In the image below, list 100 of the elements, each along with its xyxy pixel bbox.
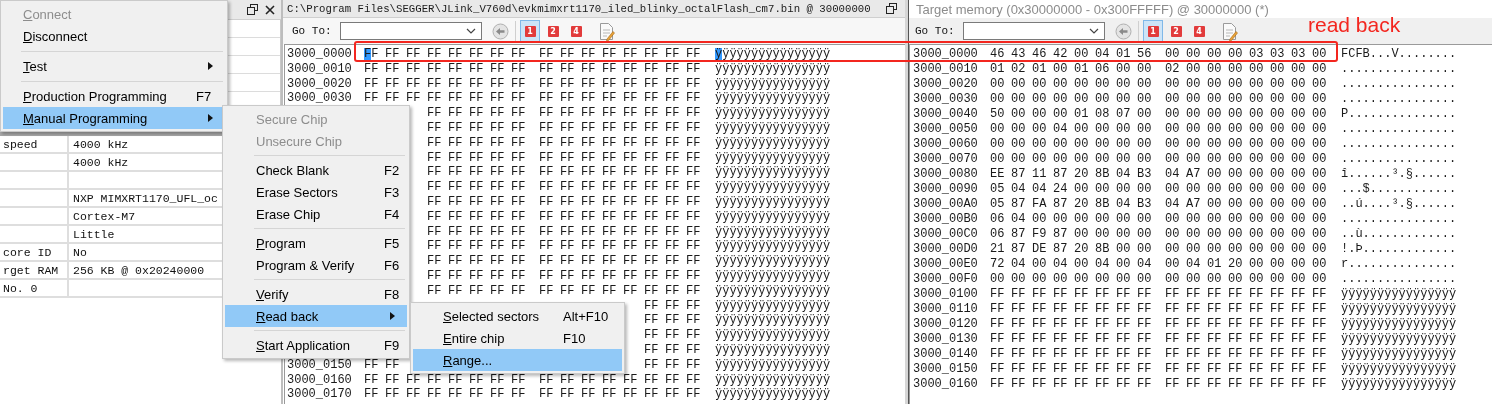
document-pencil-icon[interactable] xyxy=(598,21,615,41)
byte-cell-text: FF xyxy=(623,61,639,77)
byte-cell-text: 00 xyxy=(1270,77,1286,92)
shortcut-label: F5 xyxy=(384,235,400,251)
byte-cell-text: 03 xyxy=(1291,47,1307,62)
menu-item[interactable]: Read back xyxy=(225,305,407,327)
byte-cell-text: FF xyxy=(1095,377,1111,392)
ascii-text: ÿÿÿÿÿÿÿÿÿÿÿÿÿÿÿÿ xyxy=(715,106,831,121)
restore-icon[interactable] xyxy=(886,3,897,14)
menu-item[interactable]: Manual Programming xyxy=(3,107,225,129)
byte-cell-text: FF xyxy=(448,387,464,403)
menu-item[interactable]: Erase Sectors F3 xyxy=(225,181,407,203)
byte-cell-text: FF xyxy=(427,150,443,166)
menu-item[interactable]: Program & Verify F6 xyxy=(225,254,407,276)
byte-cell-text: 00 xyxy=(1312,62,1328,77)
byte-cell-text: 04 xyxy=(1165,167,1181,182)
view-button[interactable]: 1 xyxy=(520,20,540,42)
address-cell-text: 3000_0100 xyxy=(913,287,979,302)
byte-cell-text: FF xyxy=(665,150,681,166)
byte-cell-text: 00 xyxy=(1249,77,1265,92)
byte-cell-text: 01 xyxy=(1074,107,1090,122)
address-cell-text: 3000_0060 xyxy=(913,137,979,152)
byte-cell-text: FF xyxy=(511,121,527,136)
ascii-text: ................ xyxy=(1341,62,1457,77)
menu-item[interactable]: Selected sectors Alt+F10 xyxy=(413,305,622,327)
address-cell-text: 3000_00E0 xyxy=(913,257,979,272)
byte-cell-text: 50 xyxy=(990,107,1006,122)
byte-cell-text: FF xyxy=(1032,332,1048,347)
menu-item[interactable]: Verify F8 xyxy=(225,283,407,305)
menu-item[interactable]: Program F5 xyxy=(225,232,407,254)
byte-cell-text: 00 xyxy=(1116,122,1132,137)
byte-cell-text: 00 xyxy=(1165,107,1181,122)
view-button[interactable]: 4 xyxy=(566,20,586,42)
byte-cell-text: FF xyxy=(1095,317,1111,332)
byte-cell-text: 21 xyxy=(990,242,1006,257)
byte-cell-text: 00 xyxy=(990,152,1006,167)
goto-combobox[interactable] xyxy=(963,22,1105,40)
ascii-text: ÿÿÿÿÿÿÿÿÿÿÿÿÿÿÿÿ xyxy=(715,298,831,314)
byte-cell-text: 00 xyxy=(1032,92,1048,107)
byte-cell-text: FF xyxy=(1270,377,1286,392)
view-button[interactable]: 2 xyxy=(1166,20,1186,42)
menu-item[interactable]: Entire chip F10 xyxy=(413,327,622,349)
view-button[interactable]: 4 xyxy=(1189,20,1209,42)
byte-cell-text: FF xyxy=(686,328,702,343)
byte-cell-text: FF xyxy=(385,387,401,403)
menu-item[interactable]: Test xyxy=(3,55,225,77)
byte-cell-text: 00 xyxy=(1137,77,1153,92)
byte-cell-text: 04 xyxy=(1095,257,1111,272)
byte-cell-text: FF xyxy=(644,121,660,136)
byte-cell-text: FF xyxy=(469,150,485,166)
view-button[interactable]: 1 xyxy=(1143,20,1163,42)
byte-cell-text: FF xyxy=(686,239,702,255)
byte-cell-text: FF xyxy=(644,254,660,269)
menu-item[interactable]: Erase Chip F4 xyxy=(225,203,407,225)
byte-cell-text: 8B xyxy=(1095,167,1111,182)
byte-cell-text: 04 xyxy=(1053,122,1069,137)
document-pencil-icon[interactable] xyxy=(1221,21,1238,41)
byte-cell-text: 00 xyxy=(1249,62,1265,77)
byte-cell-text: 20 xyxy=(1074,242,1090,257)
byte-cell-text: 00 xyxy=(1291,77,1307,92)
byte-cell-text: 00 xyxy=(1053,152,1069,167)
byte-cell-text: FF xyxy=(1116,377,1132,392)
byte-cell-text: 00 xyxy=(1291,152,1307,167)
byte-cell-text: FF xyxy=(427,387,443,403)
close-icon[interactable] xyxy=(265,4,275,15)
goto-combobox[interactable] xyxy=(340,22,482,40)
byte-cell-text: FF xyxy=(1249,332,1265,347)
byte-cell-text: 00 xyxy=(1165,242,1181,257)
property-name: No. 0 xyxy=(2,281,39,297)
menu-item[interactable]: Range... xyxy=(413,349,622,371)
byte-cell-text: 00 xyxy=(1291,197,1307,212)
byte-cell-text: 00 xyxy=(1270,167,1286,182)
menu-item[interactable]: Start Application F9 xyxy=(225,334,407,356)
byte-cell-text: FF xyxy=(448,283,464,299)
byte-cell-text: FF xyxy=(581,194,597,210)
byte-cell-text: FF xyxy=(560,121,576,136)
menu-item[interactable]: Production Programming F7 xyxy=(3,85,225,107)
byte-cell-text: 00 xyxy=(1291,137,1307,152)
byte-cell-text: FF xyxy=(1312,377,1328,392)
byte-cell-text: FF xyxy=(623,47,639,62)
byte-cell-text: 87 xyxy=(1011,197,1027,212)
byte-cell-text: FF xyxy=(560,61,576,77)
byte-cell-text: FF xyxy=(623,283,639,299)
menu-item[interactable]: Disconnect xyxy=(3,25,225,47)
restore-icon[interactable] xyxy=(247,4,258,15)
view-button[interactable]: 2 xyxy=(543,20,563,42)
byte-cell-text: FF xyxy=(1074,347,1090,362)
menu-item[interactable]: Check Blank F2 xyxy=(225,159,407,181)
byte-cell-text: 00 xyxy=(1095,152,1111,167)
byte-cell-text: 00 xyxy=(1312,272,1328,287)
byte-cell-text: 87 xyxy=(1053,227,1069,242)
address-cell-text: 3000_00D0 xyxy=(913,242,979,257)
byte-cell-text: 00 xyxy=(1249,107,1265,122)
byte-cell-text: 00 xyxy=(1032,122,1048,137)
byte-cell-text: 00 xyxy=(1165,47,1181,62)
byte-cell-text: FF xyxy=(490,135,506,151)
address-cell-text: 3000_0110 xyxy=(913,302,979,317)
ascii-text: ÿÿÿÿÿÿÿÿÿÿÿÿÿÿÿÿ xyxy=(715,150,831,166)
byte-cell-text: FF xyxy=(644,106,660,121)
address-cell-text: 3000_00B0 xyxy=(913,212,979,227)
